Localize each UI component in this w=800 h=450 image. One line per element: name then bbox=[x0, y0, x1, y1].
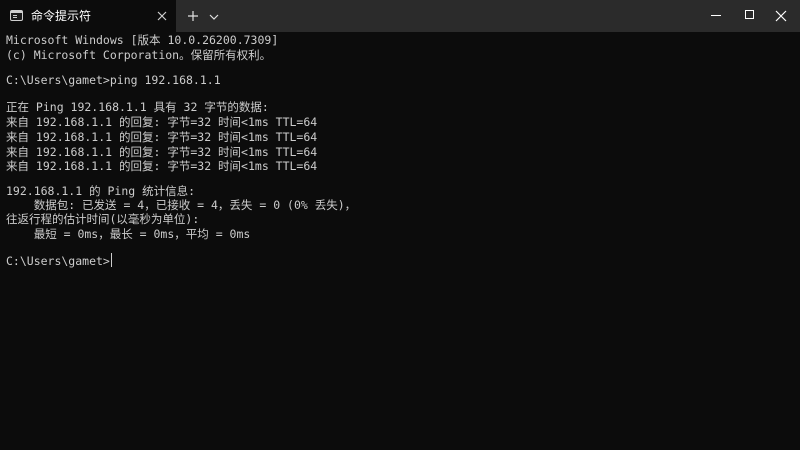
close-tab-button[interactable] bbox=[155, 9, 169, 23]
new-tab-button[interactable] bbox=[185, 8, 201, 24]
close-window-button[interactable] bbox=[762, 0, 800, 32]
console-line: 来自 192.168.1.1 的回复: 字节=32 时间<1ms TTL=64 bbox=[6, 115, 318, 129]
title-bar: 命令提示符 bbox=[0, 0, 800, 32]
console-line: 最短 = 0ms，最长 = 0ms，平均 = 0ms bbox=[6, 227, 251, 241]
console-line: 来自 192.168.1.1 的回复: 字节=32 时间<1ms TTL=64 bbox=[6, 145, 318, 159]
close-icon bbox=[157, 11, 167, 21]
text-cursor bbox=[110, 253, 112, 267]
terminal-window: 命令提示符 Microsoft Windows [版本 10.0.26200.7… bbox=[0, 0, 800, 450]
prompt-text: C:\Users\gamet> bbox=[6, 254, 110, 268]
console-line: 正在 Ping 192.168.1.1 具有 32 字节的数据: bbox=[6, 100, 269, 114]
console-line: 来自 192.168.1.1 的回复: 字节=32 时间<1ms TTL=64 bbox=[6, 130, 318, 144]
console-output[interactable]: Microsoft Windows [版本 10.0.26200.7309] (… bbox=[0, 32, 800, 450]
console-line: (c) Microsoft Corporation。保留所有权利。 bbox=[6, 48, 272, 62]
console-line: 数据包: 已发送 = 4，已接收 = 4，丢失 = 0 (0% 丢失)， bbox=[6, 198, 357, 212]
console-prompt-line[interactable]: C:\Users\gamet> bbox=[6, 253, 112, 268]
console-line: Microsoft Windows [版本 10.0.26200.7309] bbox=[6, 33, 279, 47]
tab-command-prompt[interactable]: 命令提示符 bbox=[0, 0, 176, 32]
close-icon bbox=[775, 10, 787, 22]
tab-dropdown-button[interactable] bbox=[207, 9, 221, 23]
chevron-down-icon bbox=[209, 14, 219, 20]
console-line: C:\Users\gamet>ping 192.168.1.1 bbox=[6, 73, 221, 87]
tab-title: 命令提示符 bbox=[31, 9, 92, 23]
terminal-icon bbox=[10, 10, 23, 21]
plus-icon bbox=[188, 11, 198, 21]
console-line: 192.168.1.1 的 Ping 统计信息: bbox=[6, 184, 196, 198]
console-line: 来自 192.168.1.1 的回复: 字节=32 时间<1ms TTL=64 bbox=[6, 159, 318, 173]
console-line: 往返行程的估计时间(以毫秒为单位): bbox=[6, 212, 200, 226]
